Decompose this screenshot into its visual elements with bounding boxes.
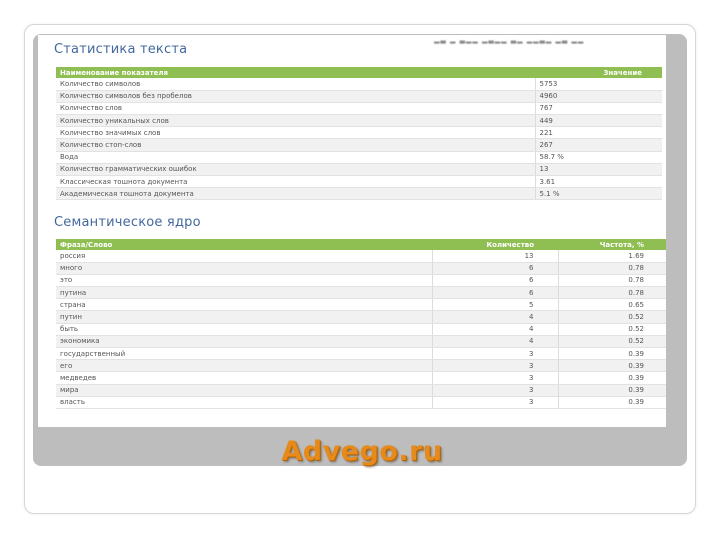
table-row: власть 3 0.39	[56, 396, 666, 409]
semantic-header-row: Фраза/Слово Количество Частота, %	[56, 239, 666, 250]
table-cell: путина	[56, 286, 432, 300]
semantic-title: Семантическое ядро	[54, 215, 201, 230]
table-cell: 0.78	[557, 274, 666, 288]
table-row: быть 4 0.52	[56, 323, 666, 336]
table-cell: много	[56, 262, 432, 275]
table-row: Количество символов без пробелов 4960	[56, 90, 662, 103]
table-cell: государственный	[56, 347, 432, 361]
table-row: Количество слов 767	[56, 102, 662, 116]
table-cell: Классическая тошнота документа	[56, 175, 535, 189]
table-cell: 0.52	[557, 323, 666, 336]
table-row: Количество символов 5753	[56, 78, 662, 91]
table-cell: 5753	[534, 78, 662, 91]
table-row: страна 5 0.65	[56, 298, 666, 312]
table-cell: 4	[431, 335, 558, 349]
table-cell: 449	[534, 114, 662, 128]
table-row: путин 4 0.52	[56, 310, 666, 324]
stats-header-value: Значение	[535, 67, 662, 78]
semantic-table: Фраза/Слово Количество Частота, % россия…	[56, 239, 666, 409]
table-row: Вода 58.7 %	[56, 151, 662, 164]
table-cell: 0.52	[557, 335, 666, 349]
table-row: Академическая тошнота документа 5.1 %	[56, 187, 662, 201]
table-cell: Количество грамматических ошибок	[56, 163, 535, 177]
table-cell: 0.39	[557, 396, 666, 409]
table-cell: экономика	[56, 335, 432, 349]
table-cell: страна	[56, 298, 432, 312]
table-cell: 58.7 %	[534, 151, 662, 164]
stats-title: Статистика текста	[54, 42, 188, 57]
table-row: мира 3 0.39	[56, 384, 666, 397]
table-cell: 767	[534, 102, 662, 116]
table-cell: Количество значимых слов	[56, 126, 535, 140]
table-cell: 0.78	[557, 286, 666, 300]
table-cell: россия	[56, 250, 432, 263]
table-row: Количество значимых слов 221	[56, 126, 662, 140]
table-cell: Количество слов	[56, 102, 535, 116]
table-cell: 4	[431, 310, 558, 324]
table-row: Количество уникальных слов 449	[56, 114, 662, 128]
table-row: медведев 3 0.39	[56, 371, 666, 385]
table-cell: Количество стоп-слов	[56, 138, 535, 152]
table-cell: 3	[431, 371, 558, 385]
table-cell: Академическая тошнота документа	[56, 187, 535, 201]
table-cell: быть	[56, 323, 432, 336]
table-cell: 0.52	[557, 310, 666, 324]
table-cell: 0.39	[557, 384, 666, 397]
table-cell: путин	[56, 310, 432, 324]
table-cell: 3	[431, 359, 558, 373]
table-cell: 221	[534, 126, 662, 140]
table-cell: 4960	[534, 90, 662, 103]
table-row: Количество грамматических ошибок 13	[56, 163, 662, 177]
table-row: россия 13 1.69	[56, 250, 666, 263]
table-cell: 0.65	[557, 298, 666, 312]
table-cell: 0.39	[557, 359, 666, 373]
table-cell: 0.39	[557, 371, 666, 385]
table-cell: Количество символов без пробелов	[56, 90, 535, 103]
cropped-text-fragment: ▂▃ ▂ ▃▂▂ ▂▃▂▂ ▃▂ ▂▂▃▂ ▂▃ ▂▂	[434, 36, 585, 44]
stats-header-name: Наименование показателя	[56, 67, 535, 78]
stats-table: Наименование показателя Значение Количес…	[56, 67, 662, 201]
table-cell: 1.69	[557, 250, 666, 263]
table-row: экономика 4 0.52	[56, 335, 666, 349]
table-cell: 3	[431, 384, 558, 397]
table-cell: Количество уникальных слов	[56, 114, 535, 128]
table-cell: 267	[534, 138, 662, 152]
table-cell: 3	[431, 347, 558, 361]
advego-logo-text: Advego.ru	[281, 436, 443, 467]
semantic-header-freq: Частота, %	[558, 239, 666, 250]
table-row: Классическая тошнота документа 3.61	[56, 175, 662, 189]
table-row: путина 6 0.78	[56, 286, 666, 300]
table-cell: 3	[431, 396, 558, 409]
table-cell: 0.39	[557, 347, 666, 361]
table-cell: 6	[431, 262, 558, 275]
table-cell: 0.78	[557, 262, 666, 275]
table-cell: его	[56, 359, 432, 373]
table-row: много 6 0.78	[56, 262, 666, 275]
semantic-header-count: Количество	[432, 239, 558, 250]
table-cell: 4	[431, 323, 558, 336]
table-row: государственный 3 0.39	[56, 347, 666, 361]
table-cell: 5.1 %	[534, 187, 662, 201]
table-cell: 6	[431, 286, 558, 300]
table-cell: это	[56, 274, 432, 288]
table-row: Количество стоп-слов 267	[56, 138, 662, 152]
table-cell: власть	[56, 396, 432, 409]
table-cell: мира	[56, 384, 432, 397]
table-cell: 5	[431, 298, 558, 312]
semantic-header-phrase: Фраза/Слово	[56, 239, 432, 250]
table-cell: медведев	[56, 371, 432, 385]
table-row: его 3 0.39	[56, 359, 666, 373]
stats-header-row: Наименование показателя Значение	[56, 67, 662, 78]
table-cell: Вода	[56, 151, 535, 164]
table-cell: Количество символов	[56, 78, 535, 91]
table-row: это 6 0.78	[56, 274, 666, 288]
text-analysis-screenshot: ▂▃ ▂ ▃▂▂ ▂▃▂▂ ▃▂ ▂▂▃▂ ▂▃ ▂▂ Статистика т…	[38, 35, 666, 427]
table-cell: 13	[534, 163, 662, 177]
table-cell: 13	[431, 250, 558, 263]
table-cell: 6	[431, 274, 558, 288]
table-cell: 3.61	[534, 175, 662, 189]
